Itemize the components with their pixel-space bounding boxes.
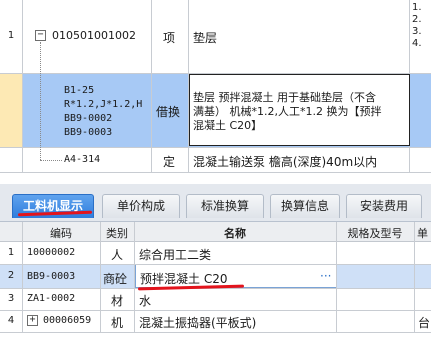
resource-type: 机 [111,316,124,330]
resource-code: 10000002 [27,247,76,258]
tab-standard-conversion[interactable]: 标准换算 [186,194,264,218]
quota-code-line: BB9-0003 [64,127,113,138]
row-number: 1 [7,247,15,258]
grid-line [0,264,431,265]
row-number: 2 [7,270,15,281]
resource-grid-header: 编码 类别 名称 规格及型号 单 [0,222,431,242]
grid-line [0,310,431,311]
resource-name: 综合用工二类 [139,248,212,262]
quota-name-line: 混凝土 C20】 [193,119,263,132]
quota-name: 混凝土输送泵 檐高(深度)40m以内 [193,155,378,169]
item-feature-line: 4. [412,38,422,49]
quota-code: A4-314 [64,154,101,165]
row-number: 4 [7,315,15,326]
tree-connector [40,42,41,160]
grid-line [100,222,101,332]
grid-line [0,172,431,173]
grid-line [336,222,337,332]
header-unit[interactable]: 单 [414,225,431,241]
grid-line [0,332,431,333]
grid-line [414,222,415,332]
expand-icon[interactable]: + [27,315,38,326]
header-name[interactable]: 名称 [134,225,336,241]
resource-type: 材 [111,294,124,308]
more-options-button[interactable]: ··· [320,269,331,283]
row-selector-highlight [0,73,22,147]
collapse-icon[interactable]: − [35,30,46,41]
quota-grid: 1 − 010501001002 项 垫层 1. 2. 3. 4. B1-25 … [0,0,431,184]
quota-code-line: BB9-0002 [64,113,113,124]
quota-code-line: R*1.2,J*1.2,H [64,99,143,110]
quota-code-line: B1-25 [64,85,95,96]
resource-code: BB9-0003 [27,271,76,282]
grid-line [134,222,135,332]
detail-tab-bar: 工料机显示 单价构成 标准换算 换算信息 安装费用 [0,184,431,222]
header-type[interactable]: 类别 [100,225,134,241]
item-name: 垫层 [193,31,218,45]
quota-name-line: 垫层 预拌混凝土 用于基础垫层（不含 [193,91,376,104]
resource-code: ZA1-0002 [27,293,76,304]
quota-category: 借换 [156,105,181,119]
quota-name-line: 满基） 机械*1.2,人工*1.2 换为【预拌 [193,105,382,118]
quota-category: 定 [163,155,176,169]
grid-line [22,222,23,332]
item-code: 010501001002 [52,29,136,42]
resource-type: 人 [111,248,124,262]
tree-connector [40,160,62,161]
header-spec[interactable]: 规格及型号 [336,225,414,241]
resource-name: 混凝土振捣器(平板式) [139,316,257,330]
resource-unit: 台 [418,316,431,330]
item-feature-line: 1. [412,2,422,13]
header-code[interactable]: 编码 [22,225,100,241]
quota-name-editor[interactable]: 垫层 预拌混凝土 用于基础垫层（不含 满基） 机械*1.2,人工*1.2 换为【… [189,74,410,146]
resource-type: 商砼 [103,272,128,286]
resource-grid: 1 10000002 人 综合用工二类 2 BB9-0003 商砼 预拌混凝土 … [0,222,431,348]
row-number: 1 [7,30,15,41]
item-feature-line: 3. [412,26,422,37]
grid-line [0,147,431,148]
row-number: 3 [7,293,15,304]
tab-installation-fee[interactable]: 安装费用 [346,194,422,218]
resource-name: 水 [139,294,152,308]
item-feature-line: 2. [412,14,422,25]
grid-gap [0,172,431,184]
item-category: 项 [163,31,176,45]
tab-unit-price-composition[interactable]: 单价构成 [102,194,180,218]
tab-conversion-info[interactable]: 换算信息 [270,194,340,218]
resource-code: 00006059 [43,315,92,326]
